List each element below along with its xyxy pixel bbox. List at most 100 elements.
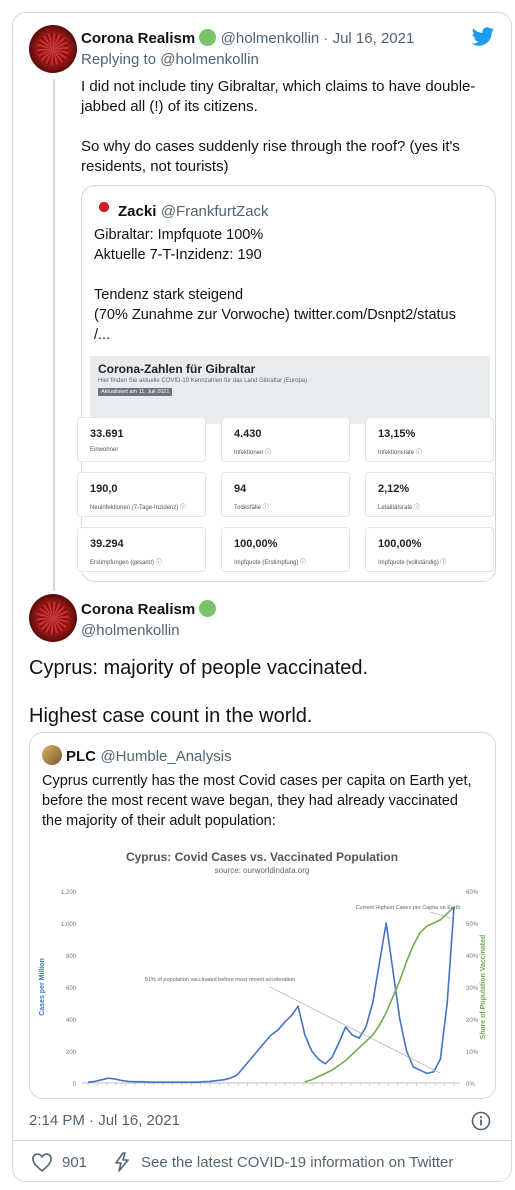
quote-text-line: Cyprus currently has the most Covid case… (42, 773, 472, 789)
quote-text: Gibraltar: Impfquote 100% Aktuelle 7-T-I… (94, 225, 456, 345)
stat-label: Erstimpfungen (gesamt) ⓘ (90, 560, 162, 566)
stat-card: 100,00% Impfquote (vollständig) ⓘ (365, 527, 494, 572)
author-handle[interactable]: @holmenkollin (81, 622, 180, 639)
quote-author-name: PLC (66, 748, 96, 765)
stat-label: Infektionen ⓘ (234, 450, 272, 456)
heart-icon (32, 1153, 52, 1172)
stat-value: 190,0 (90, 483, 118, 495)
divider (13, 1140, 511, 1141)
stats-panel-title: Corona-Zahlen für Gibraltar (98, 362, 256, 376)
timestamp[interactable]: 2:14 PM · Jul 16, 2021 (29, 1112, 180, 1129)
plc-avatar (42, 745, 62, 765)
y-tick-label: 1,200 (61, 890, 77, 896)
stat-value: 100,00% (378, 538, 422, 550)
y2-tick-label: 30% (466, 986, 479, 992)
y-tick-label: 800 (66, 954, 77, 960)
quote-text-line: Gibraltar: Impfquote 100% (94, 227, 264, 243)
quote-header: PLC @Humble_Analysis (42, 745, 232, 766)
quote-text-line: (70% Zunahme zur Vorwoche) twitter.com/D… (94, 307, 456, 323)
stat-value: 94 (234, 483, 247, 495)
y2-axis-label: Share of Population Vaccinated (480, 935, 487, 1040)
quote-text-line: the majority of their adult population: (42, 813, 276, 829)
stat-label: Letalitätsrate ⓘ (378, 505, 421, 511)
stat-card: 94 Todesfälle ⓘ (221, 472, 350, 517)
author-name[interactable]: Corona Realism (81, 30, 195, 47)
main-text-line: Cyprus: majority of people vaccinated. (29, 657, 369, 679)
covid-info-link[interactable]: See the latest COVID-19 information on T… (113, 1152, 453, 1172)
stat-value: 13,15% (378, 428, 416, 440)
author-name-row: Corona Realism (81, 600, 217, 618)
stat-card: 4.430 Infektionen ⓘ (221, 417, 350, 462)
chart-background (30, 837, 495, 1098)
quote-text-line: before the most recent wave began, they … (42, 793, 458, 809)
twitter-bird-icon[interactable] (471, 27, 495, 47)
replying-to[interactable]: Replying to @holmenkollin (81, 51, 259, 68)
stats-panel-subtitle: Hier finden Sie aktuelle COVID-19 Kennza… (98, 378, 308, 384)
reply-text-line: I did not include tiny Gibraltar, which … (81, 78, 476, 95)
author-name[interactable]: Corona Realism (81, 601, 195, 618)
stats-panel-header: Corona-Zahlen für Gibraltar Hier finden … (90, 356, 490, 424)
stat-label: Infektionsrate ⓘ (378, 450, 422, 456)
y2-tick-label: 40% (466, 954, 479, 960)
reply-text: I did not include tiny Gibraltar, which … (81, 77, 496, 177)
y-axis-label: Cases per Million (39, 958, 46, 1016)
tweet-card: Corona Realism @holmenkollin · Jul 16, 2… (12, 12, 512, 1182)
stat-label: Neuinfektionen (7-Tage-Inzidenz) ⓘ (90, 505, 187, 511)
quote-handle: @FrankfurtZack (160, 203, 269, 220)
reply-text-line: residents, not tourists) (81, 158, 229, 175)
y2-tick-label: 20% (466, 1018, 479, 1024)
avatar[interactable] (29, 594, 77, 642)
handle-date[interactable]: @holmenkollin · Jul 16, 2021 (221, 30, 415, 47)
like-count: 901 (62, 1153, 88, 1171)
chart-title: Cyprus: Covid Cases vs. Vaccinated Popul… (126, 850, 398, 864)
like-action[interactable]: 901 (31, 1152, 87, 1172)
stat-card: 190,0 Neuinfektionen (7-Tage-Inzidenz) ⓘ (77, 472, 206, 517)
chart-subtitle: source: ourworldindata.org (215, 866, 310, 875)
stat-card: 33.691 Einwohner (77, 417, 206, 462)
stat-value: 33.691 (90, 428, 124, 440)
y-tick-label: 400 (66, 1018, 77, 1024)
stat-label: Impfquote (Erstimpfung) ⓘ (234, 560, 307, 566)
y2-tick-label: 10% (466, 1050, 479, 1056)
quote-handle: @Humble_Analysis (100, 748, 232, 765)
y2-tick-label: 60% (466, 890, 479, 896)
y2-tick-label: 50% (466, 922, 479, 928)
y-tick-label: 1,000 (61, 922, 77, 928)
stat-card: 100,00% Impfquote (Erstimpfung) ⓘ (221, 527, 350, 572)
quote-text-line: Aktuelle 7-T-Inzidenz: 190 (94, 247, 262, 263)
quoted-tweet-plc[interactable]: PLC @Humble_Analysis Cyprus currently ha… (29, 732, 496, 1099)
stats-grid: 33.691 Einwohner 4.430 Infektionen ⓘ 13,15% I… (77, 417, 494, 572)
info-icon[interactable] (471, 1111, 491, 1131)
stat-value: 2,12% (378, 483, 410, 495)
quote-text-line: Tendenz stark steigend (94, 287, 244, 303)
stat-label: Todesfälle ⓘ (234, 505, 269, 511)
annotation-highest: Current Highest Cases per Capita on Eart… (356, 905, 461, 911)
y-tick-label: 200 (66, 1050, 77, 1056)
stat-label: Einwohner (90, 447, 119, 453)
stat-label: Impfquote (vollständig) ⓘ (378, 560, 447, 566)
main-tweet-text: Cyprus: majority of people vaccinated. H… (29, 656, 499, 728)
y-tick-label: 600 (66, 986, 77, 992)
covid-info-text: See the latest COVID-19 information on T… (141, 1153, 454, 1171)
annotation-vaccinated: 51% of population vaccinated before most… (145, 977, 295, 983)
stat-value: 100,00% (234, 538, 278, 550)
reply-header: Corona Realism @holmenkollin · Jul 16, 2… (81, 29, 414, 48)
lightning-icon (115, 1152, 129, 1172)
quote-header: Zacki @FrankfurtZack (94, 200, 269, 221)
quote-text-line: /... (94, 327, 111, 343)
stat-card: 39.294 Erstimpfungen (gesamt) ⓘ (77, 527, 206, 572)
cyprus-chart[interactable]: Cyprus: Covid Cases vs. Vaccinated Popul… (30, 837, 495, 1099)
stat-card: 2,12% Letalitätsrate ⓘ (365, 472, 494, 517)
y2-tick-label: 0% (466, 1082, 475, 1088)
stats-panel-updated: Aktualisiert am 11. Juli 2021 (98, 388, 173, 396)
stat-value: 4.430 (234, 428, 262, 440)
main-text-line: Highest case count in the world. (29, 705, 313, 727)
quote-text: Cyprus currently has the most Covid case… (42, 771, 472, 831)
verified-badge-icon (199, 600, 217, 617)
avatar[interactable] (29, 25, 77, 73)
reply-text-line: So why do cases suddenly rise through th… (81, 138, 460, 155)
zacki-avatar (94, 200, 114, 220)
stat-value: 39.294 (90, 538, 124, 550)
verified-badge-icon (199, 29, 217, 46)
stat-card: 13,15% Infektionsrate ⓘ (365, 417, 494, 462)
